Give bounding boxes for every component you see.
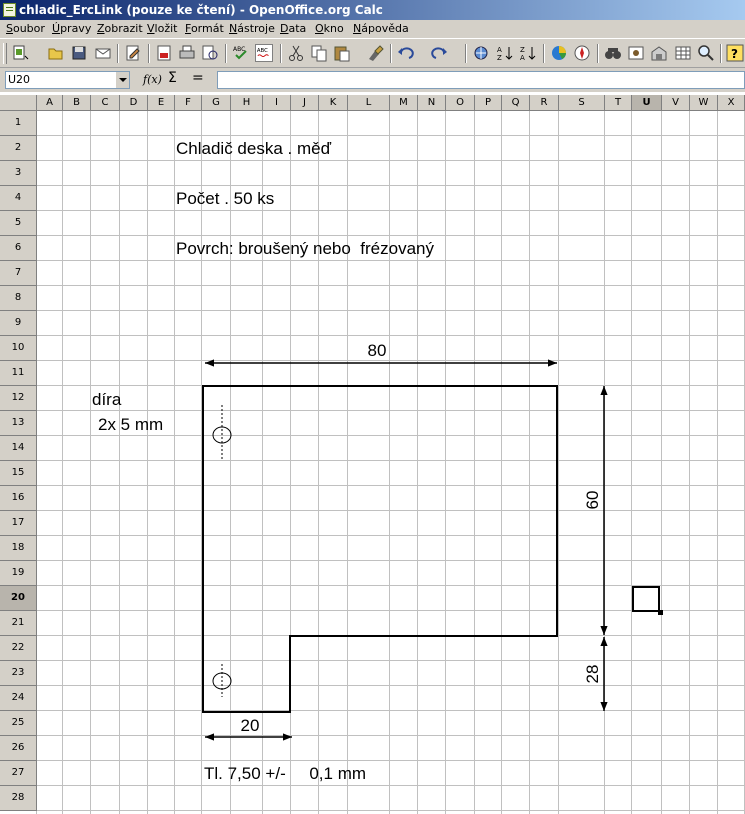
zoom-icon[interactable] [697,44,715,62]
dim-step-label[interactable]: 28 [583,665,602,684]
new-document-icon[interactable] [11,44,29,62]
page-preview-icon[interactable] [201,44,219,62]
svg-text:A: A [497,46,502,54]
edit-file-icon[interactable] [124,44,142,62]
svg-text:ABC: ABC [233,46,245,53]
export-pdf-icon[interactable] [155,44,173,62]
toolbar-grip[interactable] [3,43,7,64]
spellcheck-icon[interactable]: ABC [232,44,250,62]
save-icon[interactable] [70,44,88,62]
hyperlink-icon[interactable] [472,44,490,62]
toolbar-separator [117,44,119,63]
toolbar-separator [148,44,150,63]
cell-cursor-u20[interactable] [632,586,663,615]
technical-drawing: 80 20 60 28 [202,341,608,741]
toolbar-separator [225,44,227,63]
hole-top[interactable] [212,405,232,460]
menu-data[interactable]: Data [280,22,306,36]
menu-okno[interactable]: Okno [315,22,344,36]
dim-width-label[interactable]: 80 [368,341,387,360]
table-icon[interactable] [674,44,692,62]
open-icon[interactable] [47,44,65,62]
paste-icon[interactable] [333,44,351,62]
svg-text:Z: Z [497,54,502,62]
menu-soubor[interactable]: Soubor [6,22,45,36]
toolbar-separator [597,44,599,63]
dim-foot-label[interactable]: 20 [241,716,260,735]
window-title: chladic_ErcLink (pouze ke čtení) - OpenO… [19,3,383,17]
menu-zobrazit[interactable]: Zobrazit [97,22,143,36]
clone-format-icon[interactable] [366,44,384,62]
print-icon[interactable] [178,44,196,62]
copy-icon[interactable] [310,44,328,62]
help-icon[interactable]: ? [726,44,744,62]
toolbar-separator [543,44,545,63]
toolbar-separator [280,44,282,63]
redo-icon[interactable] [430,44,448,62]
svg-text:ABC: ABC [257,48,268,54]
datasource-icon[interactable] [650,44,668,62]
name-box[interactable]: U20 [5,71,130,89]
menu-upravy[interactable]: Úpravy [52,22,91,36]
name-box-value: U20 [8,73,31,86]
autospellcheck-icon[interactable]: ABC [255,44,273,62]
dim-height-label[interactable]: 60 [583,491,602,510]
hole-bottom[interactable] [212,664,232,697]
svg-text:Z: Z [520,46,525,54]
sort-descending-icon[interactable]: ZA [519,44,537,62]
menu-bar: Soubor Úpravy Zobrazit Vložit Formát Nás… [0,20,745,38]
gallery-icon[interactable] [627,44,645,62]
menu-nastroje[interactable]: Nástroje [229,22,275,36]
function-button[interactable]: = [192,70,204,86]
sum-button[interactable]: Σ [168,70,177,86]
formula-input[interactable] [217,71,745,89]
calc-app-icon [3,3,16,17]
plate-outline[interactable] [202,385,558,713]
menu-format[interactable]: Formát [185,22,224,36]
svg-text:A: A [520,54,525,62]
formula-bar: U20 f(x) Σ = [0,68,745,92]
sort-ascending-icon[interactable]: AZ [496,44,514,62]
find-icon[interactable] [604,44,622,62]
toolbar-separator [465,44,467,63]
navigator-icon[interactable] [573,44,591,62]
toolbar-separator [720,44,722,63]
chart-icon[interactable] [550,44,568,62]
menu-napoveda[interactable]: Nápověda [353,22,409,36]
cut-icon[interactable] [287,44,305,62]
title-bar: chladic_ErcLink (pouze ke čtení) - OpenO… [0,0,745,20]
spreadsheet-area[interactable]: ABCDEFGHIJKLMNOPQRSTUVWX 1 2 3 4 5 6 7 8 9 10 11 12… [0,92,745,814]
menu-vlozit[interactable]: Vložit [147,22,177,36]
svg-text:?: ? [731,47,738,61]
chevron-down-icon[interactable] [115,72,129,88]
toolbar-separator [390,44,392,63]
undo-icon[interactable] [397,44,415,62]
function-wizard-button[interactable]: f(x) [143,73,162,86]
email-icon[interactable] [94,44,112,62]
standard-toolbar: ABC ABC AZ ZA ? [0,38,745,68]
